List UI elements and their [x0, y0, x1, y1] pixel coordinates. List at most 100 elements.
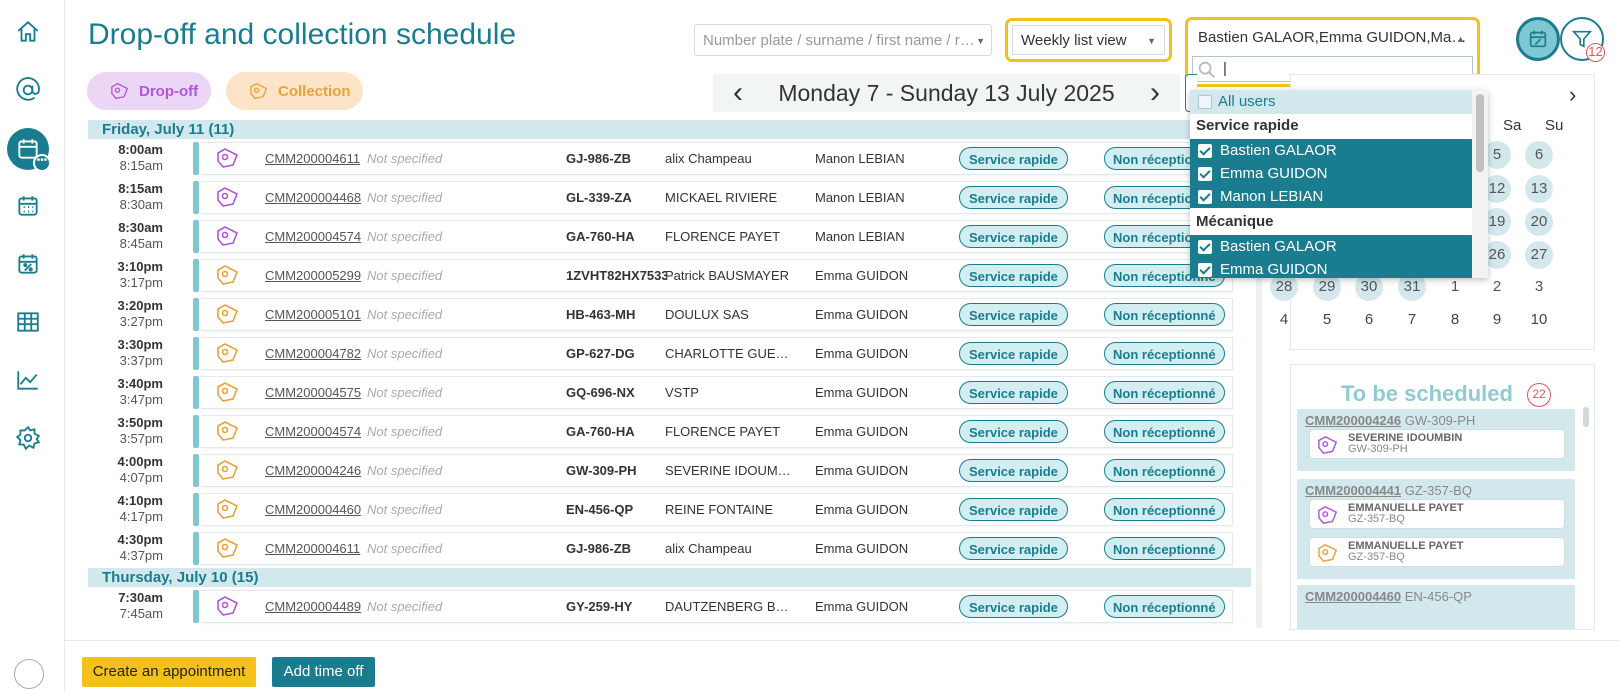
unscheduled-group[interactable]: CMM200004460 EN-456-QP: [1297, 585, 1575, 629]
calendar-day[interactable]: 10: [1525, 306, 1553, 334]
repair-order-link[interactable]: CMM200004611: [265, 151, 360, 166]
unscheduled-header: CMM200004441 GZ-357-BQ: [1305, 483, 1472, 498]
all-users-option[interactable]: All users: [1190, 90, 1472, 114]
repair-order-link[interactable]: CMM200004246: [265, 463, 361, 478]
unscheduled-ref[interactable]: CMM200004246: [1305, 413, 1401, 428]
unscheduled-card[interactable]: EMMANUELLE PAYET GZ-357-BQ: [1309, 499, 1565, 529]
calendar-percent-button[interactable]: [1516, 17, 1560, 61]
dropdown-scrollbar[interactable]: [1472, 90, 1488, 278]
add-time-off-button[interactable]: Add time off: [272, 657, 375, 687]
user-checkbox[interactable]: [1198, 240, 1212, 254]
table-icon[interactable]: [10, 304, 46, 340]
appointment-row[interactable]: 3:30pm 3:37pm CMM200004782 Not specified GP-…: [88, 334, 1251, 373]
line-chart-icon[interactable]: [10, 362, 46, 398]
unscheduled-ref[interactable]: CMM200004441: [1305, 483, 1401, 498]
appointment-row[interactable]: 3:40pm 3:47pm CMM200004575 Not specified GQ-…: [88, 373, 1251, 412]
settings-gear-icon[interactable]: [10, 420, 46, 456]
end-time: 8:45am: [119, 236, 163, 251]
appointment-row[interactable]: 8:00am 8:15am CMM200004611 Not specified GJ-…: [88, 139, 1251, 178]
calendar-day[interactable]: 27: [1525, 241, 1553, 269]
start-time: 4:30pm: [117, 532, 163, 547]
appointment-row[interactable]: 4:30pm 4:37pm CMM200004611 Not specified GJ-…: [88, 529, 1251, 568]
collection-filter-pill[interactable]: Collection: [226, 72, 363, 110]
repair-order-link[interactable]: CMM200004782: [265, 346, 361, 361]
user-option[interactable]: Emma GUIDON: [1190, 258, 1472, 278]
repair-order-link[interactable]: CMM200004574: [265, 229, 361, 244]
calendar-day[interactable]: 9: [1483, 306, 1511, 334]
schedule-list[interactable]: Friday, July 11 (11) 8:00am 8:15am CMM20000…: [88, 120, 1251, 628]
appointment-row[interactable]: 8:30am 8:45am CMM200004574 Not specified GA-…: [88, 217, 1251, 256]
view-select[interactable]: Weekly list view ▼: [1012, 25, 1165, 55]
calendar-day[interactable]: 8: [1441, 306, 1469, 334]
previous-week-button[interactable]: ‹: [713, 76, 763, 110]
calendar-day[interactable]: 20: [1525, 208, 1553, 236]
calendar-next-month-button[interactable]: ›: [1569, 82, 1576, 108]
repair-order-link[interactable]: CMM200004575: [265, 385, 361, 400]
appointment-row[interactable]: 4:10pm 4:17pm CMM200004460 Not specified EN-…: [88, 490, 1251, 529]
next-week-button[interactable]: ›: [1130, 76, 1180, 110]
end-time: 8:30am: [119, 197, 163, 212]
appointment-row[interactable]: 4:00pm 4:07pm CMM200004246 Not specified GW-…: [88, 451, 1251, 490]
appointment-row[interactable]: 3:20pm 3:27pm CMM200005101 Not specified HB-…: [88, 295, 1251, 334]
week-navigator: ‹ Monday 7 - Sunday 13 July 2025 ›: [713, 74, 1180, 112]
calendar-day[interactable]: 13: [1525, 175, 1553, 203]
unscheduled-card[interactable]: EMMANUELLE PAYET GZ-357-BQ: [1309, 537, 1565, 567]
user-option[interactable]: Bastien GALAOR: [1190, 139, 1472, 162]
appointment-row[interactable]: 3:10pm 3:17pm CMM200005299 Not specified 1ZV…: [88, 256, 1251, 295]
home-icon[interactable]: [10, 14, 46, 50]
number-plate: GJ-986-ZB: [566, 151, 632, 166]
search-input[interactable]: Number plate / surname / first name / r……: [694, 24, 992, 56]
calendar-day[interactable]: 5: [1313, 306, 1341, 334]
unscheduled-card[interactable]: SEVERINE IDOUMBIN GW-309-PH: [1309, 429, 1565, 459]
appointment-row[interactable]: 7:30am 7:45am CMM200004489 Not specified GY-…: [88, 587, 1251, 626]
chevron-up-icon: ▲: [1456, 34, 1465, 44]
to-be-scheduled-title: To be scheduled: [1341, 381, 1513, 406]
user-option[interactable]: Emma GUIDON: [1190, 162, 1472, 185]
repair-order-link[interactable]: CMM200005101: [265, 307, 361, 322]
user-checkbox[interactable]: [1198, 190, 1212, 204]
dropoff-filter-pill[interactable]: Drop-off: [87, 72, 211, 110]
start-time: 7:30am: [118, 590, 163, 605]
repair-order-link[interactable]: CMM200005299: [265, 268, 361, 283]
schedule-calendar-icon[interactable]: •••: [7, 128, 51, 172]
repair-order-link[interactable]: CMM200004460: [265, 502, 361, 517]
calendar-grid-icon[interactable]: [10, 188, 46, 224]
row-accent-bar: [193, 590, 199, 623]
not-specified-label: Not specified: [367, 346, 443, 361]
status-badge: Non réceptionné: [1104, 303, 1225, 326]
number-plate: GA-760-HA: [566, 229, 635, 244]
row-accent-bar: [193, 376, 199, 409]
end-time: 3:27pm: [119, 314, 163, 329]
user-checkbox[interactable]: [1198, 144, 1212, 158]
calendar-day[interactable]: 7: [1398, 306, 1426, 334]
repair-order-link[interactable]: CMM200004489: [265, 599, 361, 614]
users-select[interactable]: Bastien GALAOR,Emma GUIDON,Ma… ▲: [1192, 24, 1473, 54]
unscheduled-card-plate: GZ-357-BQ: [1348, 513, 1405, 525]
wrench-icon[interactable]: [14, 659, 44, 689]
calendar-percent-icon[interactable]: [10, 246, 46, 282]
appointment-row[interactable]: 8:15am 8:30am CMM200004468 Not specified GL-…: [88, 178, 1251, 217]
user-checkbox[interactable]: [1198, 263, 1212, 277]
user-option[interactable]: Bastien GALAOR: [1190, 235, 1472, 258]
user-option[interactable]: Manon LEBIAN: [1190, 185, 1472, 208]
calendar-day[interactable]: 6: [1525, 141, 1553, 169]
repair-order-link[interactable]: CMM200004611: [265, 541, 360, 556]
row-accent-bar: [193, 454, 199, 487]
chevron-down-icon: ▼: [1147, 36, 1156, 46]
calendar-day[interactable]: 3: [1525, 273, 1553, 301]
unscheduled-group[interactable]: CMM200004246 GW-309-PH SEVERINE IDOUMBIN G…: [1297, 409, 1575, 471]
dropdown-scroll-thumb[interactable]: [1476, 94, 1484, 172]
repair-order-link[interactable]: CMM200004574: [265, 424, 361, 439]
calendar-day[interactable]: 4: [1270, 306, 1298, 334]
at-sign-icon[interactable]: [10, 72, 46, 108]
appointment-row[interactable]: 3:50pm 3:57pm CMM200004574 Not specified GA-…: [88, 412, 1251, 451]
unscheduled-ref[interactable]: CMM200004460: [1305, 589, 1401, 604]
row-accent-bar: [193, 493, 199, 526]
repair-order-link[interactable]: CMM200004468: [265, 190, 361, 205]
user-checkbox[interactable]: [1198, 167, 1212, 181]
calendar-day[interactable]: 6: [1355, 306, 1383, 334]
unscheduled-group[interactable]: CMM200004441 GZ-357-BQ EMMANUELLE PAYET GZ…: [1297, 479, 1575, 579]
to-be-scheduled-scrollbar[interactable]: [1583, 407, 1589, 427]
create-appointment-button[interactable]: Create an appointment: [82, 657, 256, 687]
all-users-checkbox[interactable]: [1198, 95, 1212, 109]
